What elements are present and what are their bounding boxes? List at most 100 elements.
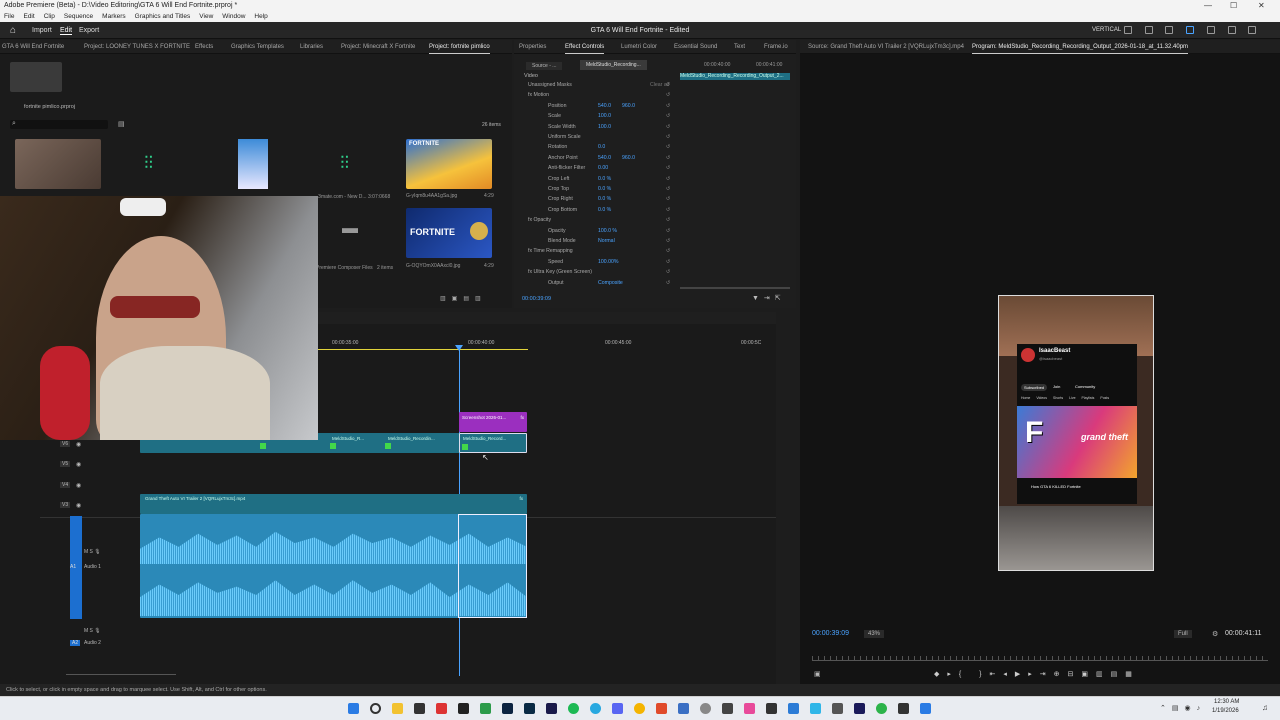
help-icon[interactable]: [1228, 26, 1236, 34]
spotify-icon[interactable]: [568, 703, 579, 714]
after-effects-icon[interactable]: [546, 703, 557, 714]
reset-icon[interactable]: ↺: [666, 228, 670, 234]
telegram-icon[interactable]: [590, 703, 601, 714]
mute-solo-controls[interactable]: M S 🎙: [84, 549, 101, 555]
clip-screenshot[interactable]: Screenshot 2026-01... fx: [459, 412, 527, 432]
clock-date[interactable]: 1/19/2026: [1212, 708, 1239, 714]
ec-row[interactable]: fx Time Remapping ↺: [514, 248, 678, 258]
ec-row[interactable]: Speed 100.00% ↺: [514, 259, 678, 269]
marker-icon[interactable]: ▣: [814, 670, 821, 678]
ec-row[interactable]: fx Opacity ↺: [514, 217, 678, 227]
audition-icon[interactable]: [524, 703, 535, 714]
tab-source[interactable]: Source: Grand Theft Auto VI Trailer 2 [V…: [808, 44, 964, 50]
brave-icon[interactable]: [656, 703, 667, 714]
premiere-icon[interactable]: [854, 703, 865, 714]
project-item-folder[interactable]: ▬: [308, 208, 394, 258]
clip-gta-trailer[interactable]: Grand Theft Auto VI Trailer 2 [VQRLujxTm…: [140, 494, 527, 514]
eye-icon[interactable]: ◉: [76, 502, 81, 509]
app-icon[interactable]: [700, 703, 711, 714]
keyframe-marker[interactable]: [260, 443, 266, 449]
project-item-audio2[interactable]: ⫶⫶: [308, 139, 394, 189]
ec-footer-icons[interactable]: ▼⇥⇱: [752, 294, 786, 302]
reset-icon[interactable]: ↺: [666, 217, 670, 223]
reset-icon[interactable]: ↺: [666, 103, 670, 109]
ec-row-value[interactable]: 0.0 %: [598, 186, 611, 192]
ec-row[interactable]: fx Motion ↺: [514, 92, 678, 102]
app-icon[interactable]: [876, 703, 887, 714]
close-button[interactable]: ✕: [1258, 0, 1265, 11]
reset-icon[interactable]: ↺: [666, 280, 670, 286]
reset-icon[interactable]: ↺: [666, 176, 670, 182]
capcut-icon[interactable]: [414, 703, 425, 714]
tab-gta6[interactable]: GTA 6 Will End Fortnite: [2, 44, 64, 50]
workspace-icon[interactable]: [1124, 26, 1132, 34]
ec-row-value[interactable]: 540.0: [598, 103, 611, 109]
timeline-zoom-scroll[interactable]: [66, 674, 176, 675]
ec-row-value[interactable]: 0.0 %: [598, 196, 611, 202]
app-icon[interactable]: [678, 703, 689, 714]
ec-row-value[interactable]: 0.0: [598, 144, 605, 150]
reset-icon[interactable]: ↺: [666, 134, 670, 140]
tab-looney[interactable]: Project: LOONEY TUNES X FORTNITE: [84, 44, 190, 50]
clip-meld-selected[interactable]: MeldStudio_Record...: [459, 433, 527, 453]
app-icon[interactable]: [744, 703, 755, 714]
ec-row-value[interactable]: 540.0: [598, 155, 611, 161]
tab-essential-sound[interactable]: Essential Sound: [674, 44, 717, 50]
explorer-icon[interactable]: [392, 703, 403, 714]
menu-markers[interactable]: Markers: [102, 13, 125, 20]
ec-clip-bar[interactable]: MeldStudio_Recording_Recording_Output_2.…: [680, 73, 790, 80]
reset-icon[interactable]: ↺: [666, 144, 670, 150]
minimize-button[interactable]: —: [1204, 0, 1212, 11]
tab-libraries[interactable]: Libraries: [300, 44, 323, 50]
app-icon[interactable]: [480, 703, 491, 714]
menu-sequence[interactable]: Sequence: [64, 13, 93, 20]
tray-icons[interactable]: ⌃▤◉♪: [1160, 704, 1206, 712]
tab-effects[interactable]: Effects: [195, 44, 213, 50]
tab-graphics-templates[interactable]: Graphics Templates: [231, 44, 284, 50]
eye-icon[interactable]: ◉: [76, 441, 81, 448]
ec-row[interactable]: Scale Width 100.0 ↺: [514, 124, 678, 134]
ec-zoom-scroll[interactable]: [680, 287, 790, 289]
reset-icon[interactable]: ↺: [666, 207, 670, 213]
video-thumbnail[interactable]: F grand theft: [1017, 406, 1137, 478]
audio-selection[interactable]: [458, 514, 527, 618]
program-timecode[interactable]: 00:00:39:09: [812, 630, 849, 637]
ec-row[interactable]: Unassigned Masks Clear all ↺: [514, 82, 678, 92]
search-icon[interactable]: [370, 703, 381, 714]
app-icon[interactable]: [458, 703, 469, 714]
app-icon[interactable]: [810, 703, 821, 714]
ec-row-value[interactable]: Composite: [598, 280, 623, 286]
ec-row[interactable]: Crop Top 0.0 % ↺: [514, 186, 678, 196]
project-item-fortnite-jpg[interactable]: FORTNITE: [406, 139, 492, 189]
ec-row[interactable]: Opacity 100.0 % ↺: [514, 228, 678, 238]
ec-row-value[interactable]: 960.0: [622, 155, 635, 161]
wrench-icon[interactable]: ⚙: [1212, 630, 1218, 638]
workspace-label[interactable]: VERTICAL: [1092, 27, 1121, 33]
join-button[interactable]: Join: [1053, 384, 1060, 389]
menu-help[interactable]: Help: [254, 13, 267, 20]
tab-fortnite-pimlico[interactable]: Project: fortnite pimlico: [429, 44, 490, 54]
clip-audio-a1[interactable]: [140, 514, 527, 618]
reset-icon[interactable]: ↺: [666, 92, 670, 98]
project-item-webcam[interactable]: [15, 139, 101, 189]
ec-row-value[interactable]: 100.00%: [598, 259, 618, 265]
ec-row-value[interactable]: Normal: [598, 238, 615, 244]
chrome-icon[interactable]: [634, 703, 645, 714]
new-bin-icon[interactable]: ▤: [118, 120, 125, 128]
app-icon[interactable]: [436, 703, 447, 714]
vscode-icon[interactable]: [788, 703, 799, 714]
menu-file[interactable]: File: [4, 13, 14, 20]
ec-timecode[interactable]: 00:00:39:09: [522, 296, 551, 302]
reset-icon[interactable]: ↺: [666, 269, 670, 275]
reset-icon[interactable]: ↺: [666, 186, 670, 192]
reset-icon[interactable]: ↺: [666, 238, 670, 244]
app-icon[interactable]: [920, 703, 931, 714]
eye-icon[interactable]: ◉: [76, 461, 81, 468]
maximize-button[interactable]: ☐: [1230, 0, 1237, 11]
ec-row-value[interactable]: 100.0: [598, 124, 611, 130]
tab-effect-controls[interactable]: Effect Controls: [565, 44, 605, 54]
menu-graphics[interactable]: Graphics and Titles: [135, 13, 191, 20]
program-scrubber[interactable]: [812, 660, 1268, 661]
reset-icon[interactable]: ↺: [666, 113, 670, 119]
fullscreen-icon[interactable]: [1207, 26, 1215, 34]
